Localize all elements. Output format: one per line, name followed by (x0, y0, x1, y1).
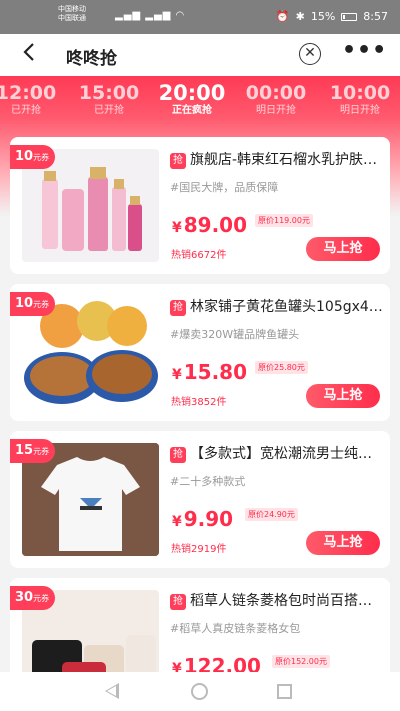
product-card[interactable]: 10元券 抢林家铺子黄花鱼罐头105gx4… #爆卖320W罐品牌鱼罐头 ¥15… (10, 284, 390, 421)
back-button[interactable] (22, 41, 36, 69)
tab-time: 10:00 (329, 82, 391, 104)
nav-recent-apps-icon[interactable] (277, 684, 292, 699)
alarm-icon: ⏰ (275, 10, 290, 23)
page-title: 咚咚抢 (66, 49, 117, 69)
tab-1500[interactable]: 15:00 已开抢 (69, 82, 149, 118)
coupon-badge: 30元券 (10, 586, 56, 610)
tab-time: 15:00 (78, 82, 140, 104)
carrier-info: 中国移动 中国联通 (58, 5, 86, 23)
more-button[interactable]: ••• (342, 38, 387, 63)
buy-now-button[interactable]: 马上抢 (306, 237, 380, 261)
bluetooth-icon: ✱ (295, 10, 305, 23)
close-icon: ✕ (304, 45, 316, 61)
product-title-text: 稻草人链条菱格包时尚百搭… (190, 593, 372, 609)
product-desc: #国民大牌，品质保障 (170, 181, 279, 194)
product-price: ¥15.80 (172, 360, 247, 384)
close-button[interactable]: ✕ (299, 43, 321, 65)
currency-symbol: ¥ (172, 514, 182, 530)
coupon-amount: 10 (15, 149, 34, 164)
product-desc: #爆卖320W罐品牌鱼罐头 (170, 328, 300, 341)
tab-time: 12:00 (0, 82, 57, 104)
more-dots-icon: ••• (342, 38, 388, 63)
carrier-2: 中国联通 (58, 14, 86, 22)
coupon-unit: 元券 (33, 300, 50, 309)
product-title: 抢林家铺子黄花鱼罐头105gx4… (170, 296, 385, 316)
flash-tag: 抢 (170, 594, 186, 610)
product-price: ¥89.00 (172, 213, 247, 237)
original-price: 原价24.90元 (245, 508, 298, 521)
coupon-amount: 15 (15, 443, 34, 458)
coupon-amount: 30 (15, 590, 34, 605)
product-title-text: 林家铺子黄花鱼罐头105gx4… (190, 299, 383, 315)
currency-symbol: ¥ (172, 220, 182, 236)
product-title: 抢稻草人链条菱格包时尚百搭… (170, 590, 385, 610)
sold-count: 热销3852件 (171, 397, 227, 408)
product-title-text: 旗舰店-韩束红石榴水乳护肤… (190, 152, 378, 168)
coupon-unit: 元券 (33, 447, 50, 456)
battery-icon (341, 12, 358, 21)
tab-time: 00:00 (245, 82, 307, 104)
tab-1200[interactable]: 12:00 已开抢 (0, 82, 66, 118)
tab-status: 明日开抢 (256, 105, 296, 116)
price-value: 15.80 (183, 360, 248, 384)
product-desc: #稻草人真皮链条菱格女包 (170, 622, 301, 635)
flash-tag: 抢 (170, 300, 186, 316)
flash-tag: 抢 (170, 447, 186, 463)
product-title: 抢【多款式】宽松潮流男士纯… (170, 443, 385, 463)
product-card[interactable]: 15元券 抢【多款式】宽松潮流男士纯… #二十多种款式 ¥9.90 原价24.9… (10, 431, 390, 568)
tab-0000[interactable]: 00:00 明日开抢 (236, 82, 316, 118)
app-header: 咚咚抢 ✕ ••• (0, 34, 400, 76)
product-card[interactable]: 10元券 抢旗舰店-韩束红石榴水乳护肤… #国民大牌，品质保障 ¥89.00 原… (10, 137, 390, 274)
tab-status: 已开抢 (94, 105, 124, 116)
flash-tag: 抢 (170, 153, 186, 169)
sold-count: 热销2919件 (171, 544, 227, 555)
product-price: ¥9.90 (172, 507, 233, 531)
original-price: 原价152.00元 (272, 655, 330, 668)
tab-2000[interactable]: 20:00 正在疯抢 (152, 82, 232, 118)
nav-home-icon[interactable] (191, 683, 208, 700)
back-arrow-icon (23, 43, 34, 61)
coupon-badge: 10元券 (10, 292, 56, 316)
original-price: 原价119.00元 (255, 214, 313, 227)
tab-time: 20:00 (158, 81, 226, 105)
buy-now-button[interactable]: 马上抢 (306, 531, 380, 555)
original-price: 原价25.80元 (255, 361, 308, 374)
battery-percent: 15% (310, 10, 336, 23)
clock: 8:57 (363, 10, 388, 23)
tab-1000[interactable]: 10:00 明日开抢 (320, 82, 400, 118)
coupon-unit: 元券 (33, 594, 50, 603)
system-nav-bar (0, 672, 400, 711)
price-value: 89.00 (183, 213, 248, 237)
buy-now-button[interactable]: 马上抢 (306, 384, 380, 408)
coupon-badge: 10元券 (10, 145, 56, 169)
tab-status: 明日开抢 (340, 105, 380, 116)
coupon-badge: 15元券 (10, 439, 56, 463)
price-value: 9.90 (183, 507, 234, 531)
tab-status: 已开抢 (11, 105, 41, 116)
status-bar: 中国移动 中国联通 ▂▄▆ ▂▄▆ ◠ ⏰ ✱ 15% 8:57 (0, 0, 400, 34)
carrier-1: 中国移动 (58, 5, 86, 13)
nav-back-icon[interactable] (105, 683, 119, 699)
product-title-text: 【多款式】宽松潮流男士纯… (190, 446, 372, 462)
signal-icons: ▂▄▆ ▂▄▆ ◠ (115, 10, 186, 21)
sold-count: 热销6672件 (171, 250, 227, 261)
currency-symbol: ¥ (172, 367, 182, 383)
coupon-amount: 10 (15, 296, 34, 311)
coupon-unit: 元券 (33, 153, 50, 162)
status-right: ⏰ ✱ 15% 8:57 (276, 10, 388, 23)
product-title: 抢旗舰店-韩束红石榴水乳护肤… (170, 149, 385, 169)
product-desc: #二十多种款式 (170, 475, 246, 488)
tab-status: 正在疯抢 (172, 105, 212, 116)
